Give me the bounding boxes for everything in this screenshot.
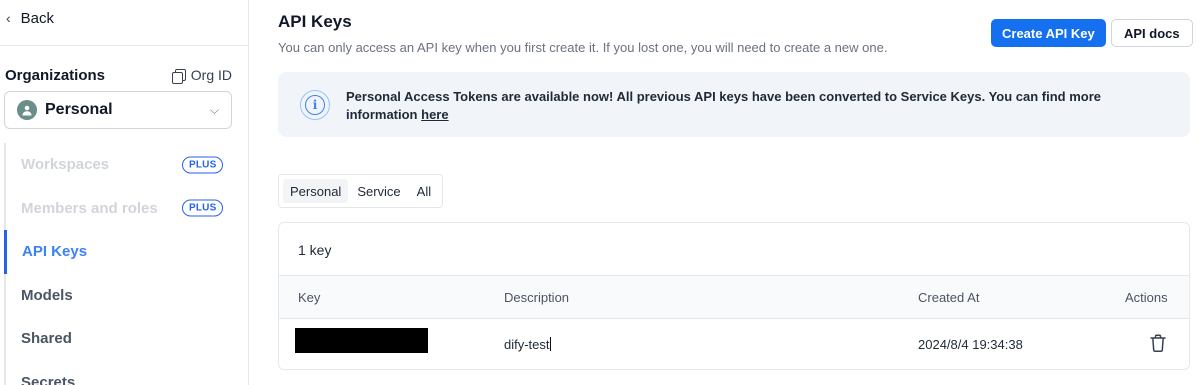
table-row: dify-test 2024/8/4 19:34:38 [279, 319, 1189, 369]
redacted-key [295, 328, 428, 353]
user-icon [17, 100, 37, 120]
column-description: Description [504, 290, 570, 305]
page-subtitle: You can only access an API key when you … [278, 40, 888, 55]
tab-all[interactable]: All [410, 179, 438, 203]
sidebar-nav: Workspaces PLUS Members and roles PLUS A… [4, 143, 244, 385]
trash-icon[interactable] [1149, 333, 1167, 353]
sidebar-item-workspaces[interactable]: Workspaces PLUS [4, 143, 244, 187]
sidebar-item-api-keys[interactable]: API Keys [4, 230, 244, 274]
organization-select[interactable]: Personal ⌵ [4, 91, 232, 129]
chevron-left-icon: ‹ [6, 10, 11, 26]
notice-text: Personal Access Tokens are available now… [346, 88, 1176, 124]
row-description: dify-test [504, 337, 551, 352]
notice-banner: i Personal Access Tokens are available n… [278, 72, 1190, 137]
sidebar-item-shared[interactable]: Shared [4, 317, 244, 361]
sidebar-item-secrets[interactable]: Secrets [4, 360, 244, 385]
notice-link[interactable]: here [421, 106, 448, 124]
sidebar-item-label: Models [21, 286, 73, 304]
copy-icon [171, 68, 186, 84]
sidebar-item-label: Secrets [21, 373, 76, 385]
page-title: API Keys [278, 12, 352, 31]
tab-service[interactable]: Service [350, 179, 407, 203]
info-icon: i [300, 90, 330, 120]
key-type-tabs: Personal Service All [278, 174, 444, 208]
api-docs-button[interactable]: API docs [1111, 19, 1193, 47]
create-api-key-button[interactable]: Create API Key [991, 19, 1106, 47]
api-keys-table: 1 key Key Description Created At Actions… [278, 222, 1190, 370]
back-button[interactable]: ‹ Back [6, 8, 54, 28]
chevron-down-icon: ⌵ [209, 102, 219, 117]
column-actions: Actions [1125, 290, 1168, 305]
main-content: API Keys You can only access an API key … [249, 0, 1200, 385]
notice-message: Personal Access Tokens are available now… [346, 89, 1102, 122]
tab-personal[interactable]: Personal [283, 179, 349, 203]
organization-name: Personal [45, 101, 113, 118]
sidebar-item-label: Shared [21, 330, 72, 348]
sidebar-item-label: Workspaces [21, 156, 110, 174]
plus-badge: PLUS [182, 199, 224, 217]
organizations-label: Organizations [5, 67, 106, 84]
sidebar-item-label: Members and roles [21, 199, 158, 217]
key-count: 1 key [298, 242, 332, 258]
sidebar-item-label: API Keys [22, 243, 88, 261]
org-id-button[interactable]: Org ID [171, 67, 232, 84]
sidebar-item-members-and-roles[interactable]: Members and roles PLUS [4, 186, 244, 230]
row-created-at: 2024/8/4 19:34:38 [918, 337, 1023, 352]
column-created-at: Created At [918, 290, 980, 305]
sidebar-divider [0, 45, 249, 46]
plus-badge: PLUS [182, 156, 224, 174]
org-id-label: Org ID [190, 67, 232, 83]
sidebar-item-models[interactable]: Models [4, 273, 244, 317]
back-label: Back [20, 9, 55, 27]
column-key: Key [298, 290, 321, 305]
sidebar: ‹ Back Organizations Org ID Personal ⌵ W… [0, 0, 249, 385]
table-header: Key Description Created At Actions [279, 275, 1189, 319]
